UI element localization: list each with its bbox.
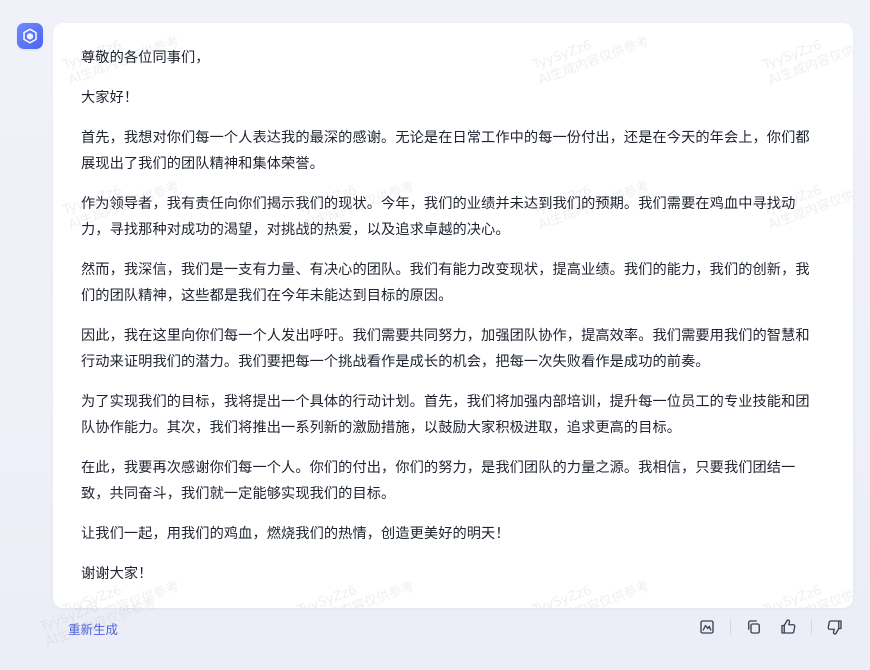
divider [811, 619, 812, 635]
assistant-avatar [17, 23, 43, 49]
closing-line: 谢谢大家！ [81, 566, 153, 582]
message-paragraph: 因此，我在这里向你们每一个人发出呼吁。我们需要共同努力，加强团队协作，提高效率。… [81, 328, 810, 370]
message-paragraph: 作为领导者，我有责任向你们揭示我们的现状。今年，我们的业绩并未达到我们的预期。我… [81, 196, 796, 238]
assistant-message-card: TyySyZz6 AI生成内容仅供参考 TyySyZz6 AI生成内容仅供参考 … [53, 23, 853, 608]
copy-icon [748, 620, 760, 634]
dislike-button[interactable] [824, 616, 846, 638]
regenerate-button[interactable]: 重新生成 [68, 619, 118, 638]
message-paragraph: 在此，我要再次感谢你们每一个人。你们的付出，你们的努力，是我们团队的力量之源。我… [81, 460, 796, 502]
message-paragraph: 让我们一起，用我们的鸡血，燃烧我们的热情，创造更美好的明天！ [81, 526, 510, 542]
copy-button[interactable] [743, 616, 765, 638]
like-button[interactable] [777, 616, 799, 638]
salutation-line: 大家好！ [81, 90, 139, 106]
message-paragraph: 然而，我深信，我们是一支有力量、有决心的团队。我们有能力改变现状，提高业绩。我们… [81, 262, 810, 304]
thumbs-up-icon [781, 619, 796, 634]
message-content: 尊敬的各位同事们， 大家好！ 首先，我想对你们每一个人表达我的最深的感谢。无论是… [81, 45, 823, 601]
message-actions [696, 616, 846, 638]
divider [730, 619, 731, 635]
chat-page: TyySyZz6 AI生成内容仅供参考 TyySyZz6 AI生成内容仅供参考 … [0, 0, 870, 670]
greeting-line: 尊敬的各位同事们， [81, 50, 210, 66]
thumbs-down-icon [827, 620, 842, 635]
message-paragraph: 首先，我想对你们每一个人表达我的最深的感谢。无论是在日常工作中的每一份付出，还是… [81, 130, 810, 172]
message-paragraph: 为了实现我们的目标，我将提出一个具体的行动计划。首先，我们将加强内部培训，提升每… [81, 394, 810, 436]
image-button[interactable] [696, 616, 718, 638]
assistant-logo-icon [23, 28, 37, 44]
image-icon [700, 620, 714, 634]
